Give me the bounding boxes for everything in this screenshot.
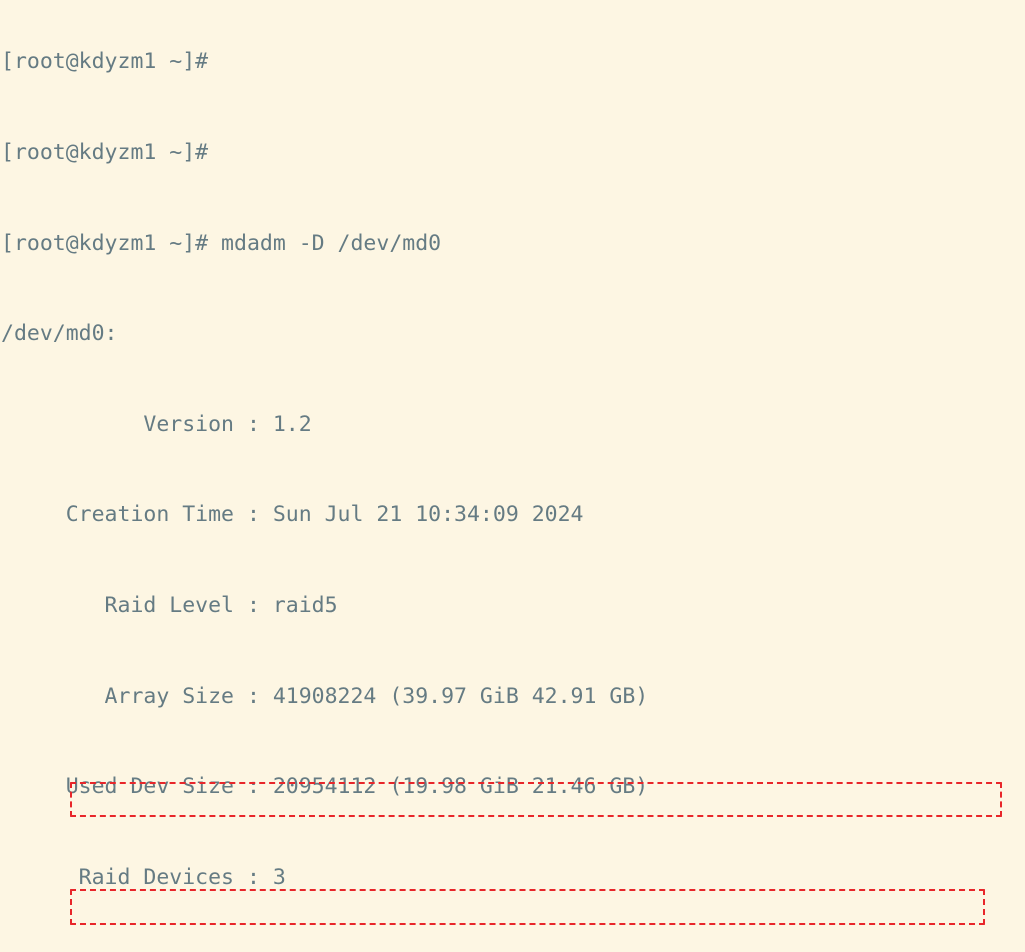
output-device-header: /dev/md0: <box>1 321 118 347</box>
terminal-window[interactable]: [root@kdyzm1 ~]# [root@kdyzm1 ~]# [root@… <box>0 0 1025 952</box>
field-array-size: Array Size : 41908224 (39.97 GiB 42.91 G… <box>1 683 649 709</box>
field-raid-level: Raid Level : raid5 <box>1 592 338 618</box>
prompt-line: [root@kdyzm1 ~]# <box>1 140 209 165</box>
field-used-dev-size: Used Dev Size : 20954112 (19.98 GiB 21.4… <box>1 774 649 800</box>
field-version: Version : 1.2 <box>1 411 312 437</box>
field-creation-time: Creation Time : Sun Jul 21 10:34:09 2024 <box>1 502 584 528</box>
terminal-output: [root@kdyzm1 ~]# [root@kdyzm1 ~]# [root@… <box>0 0 1025 952</box>
field-raid-devices: Raid Devices : 3 <box>1 864 286 890</box>
command-line: [root@kdyzm1 ~]# mdadm -D /dev/md0 <box>1 230 442 256</box>
prompt-line: [root@kdyzm1 ~]# <box>1 49 209 75</box>
